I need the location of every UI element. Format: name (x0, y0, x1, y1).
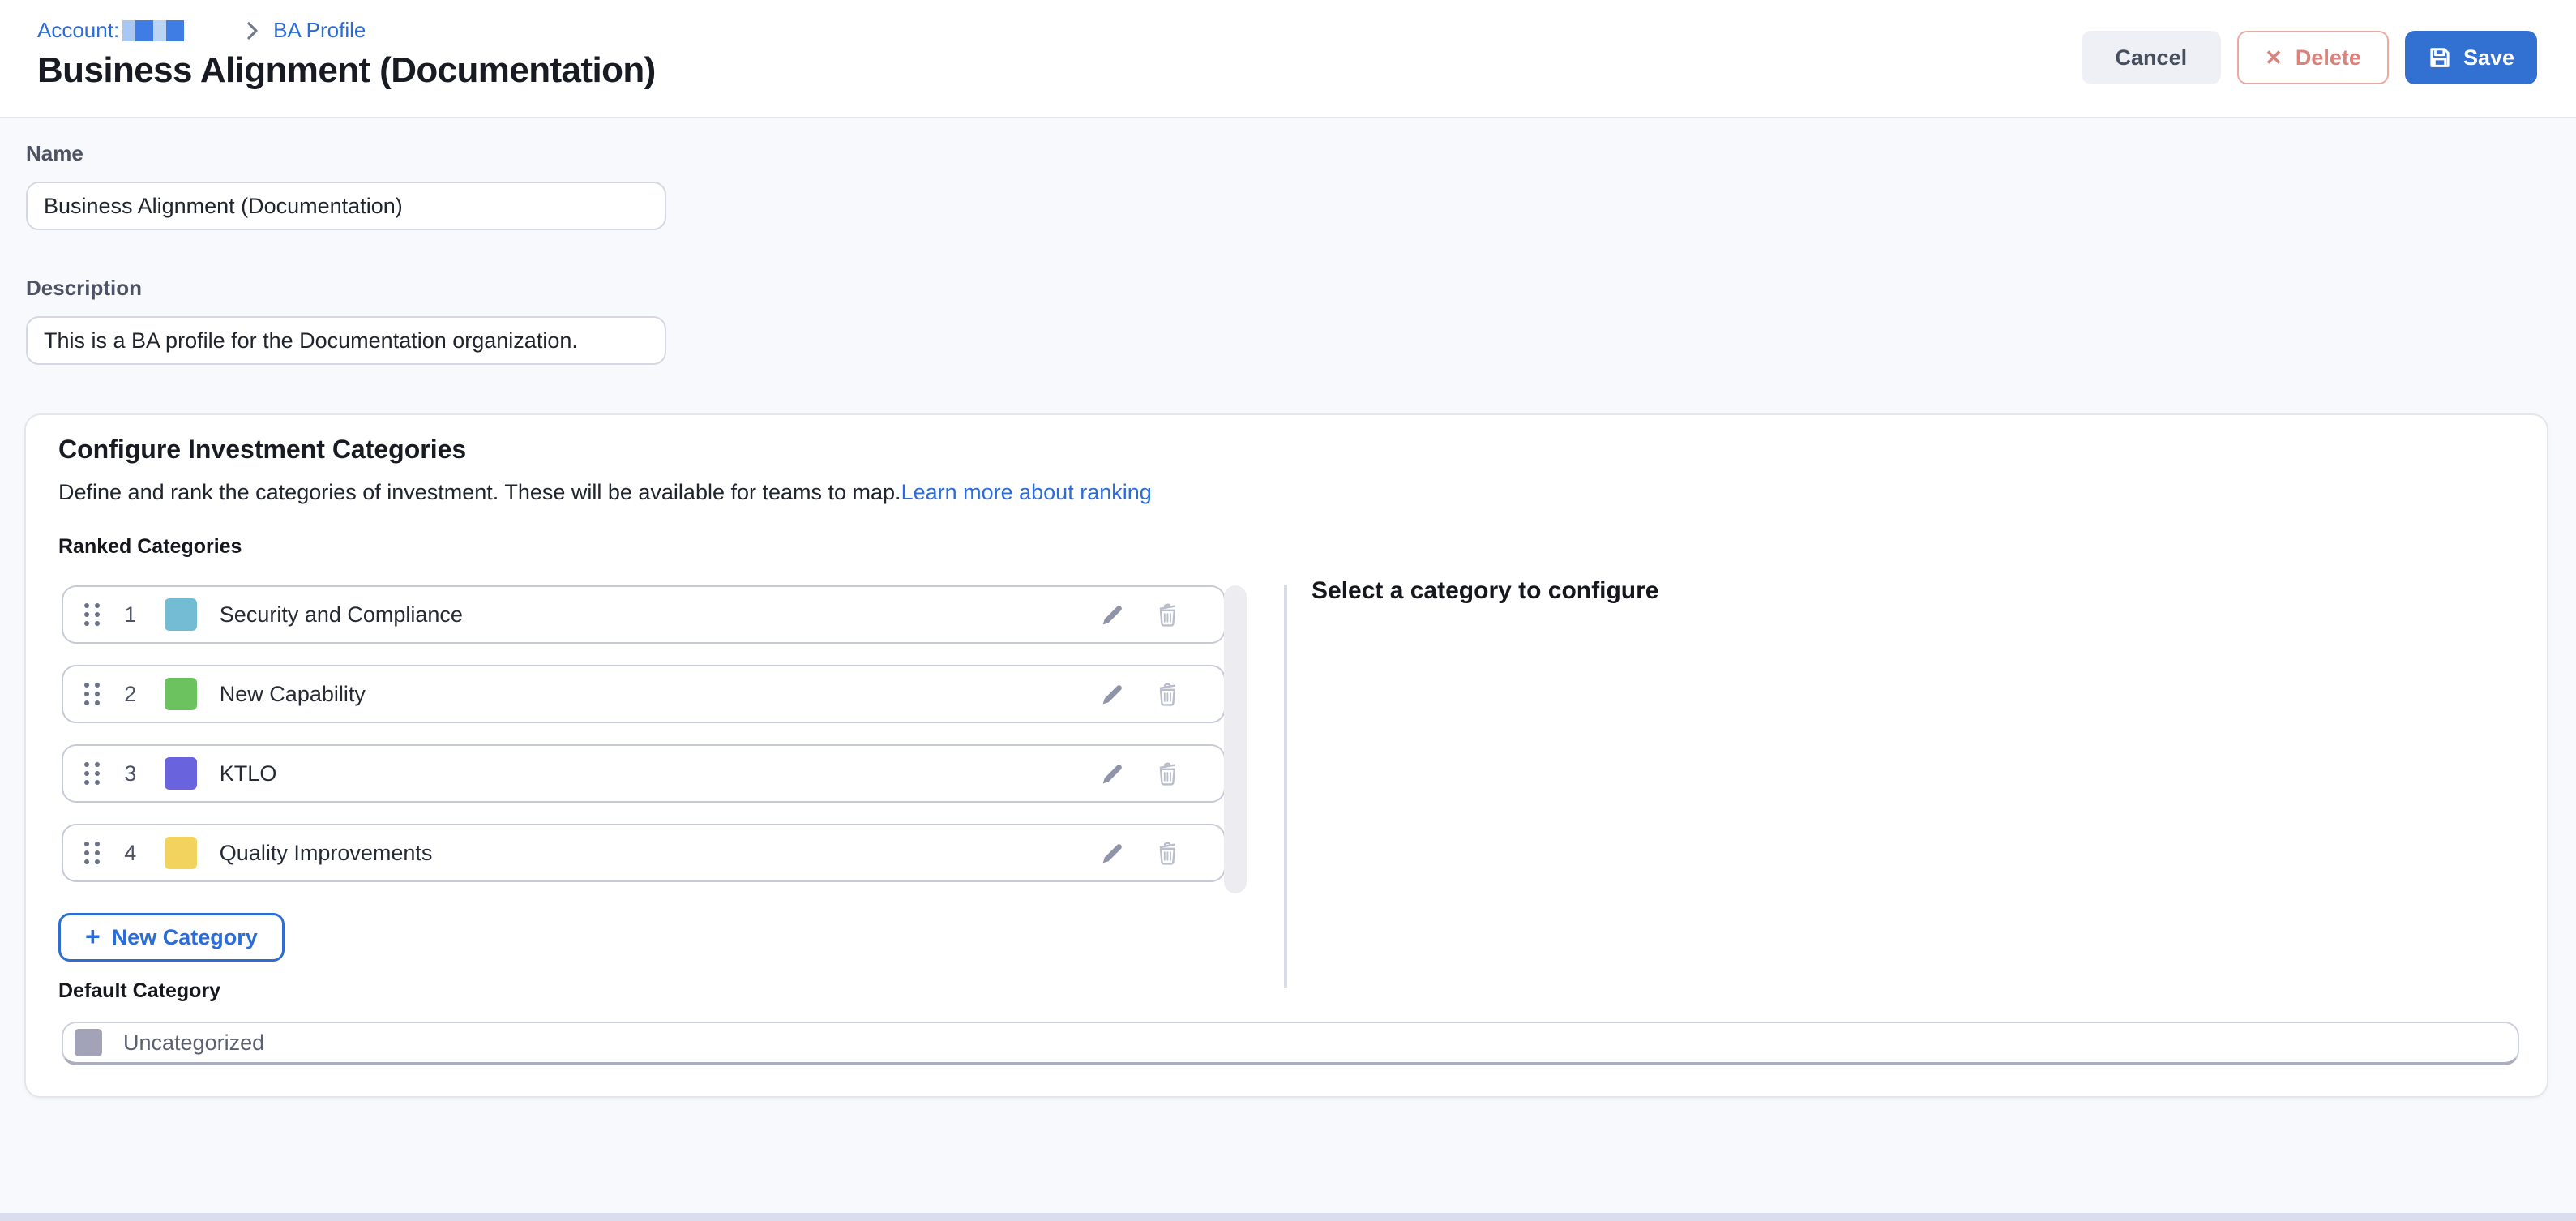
edit-category-button[interactable] (1099, 839, 1127, 867)
edit-category-button[interactable] (1099, 680, 1127, 708)
delete-button[interactable]: ✕ Delete (2237, 31, 2389, 84)
ranked-category-list: 1 Security and Compliance 2 New Capabili… (62, 585, 1226, 882)
delete-category-button[interactable] (1153, 759, 1182, 788)
description-label: Description (26, 276, 142, 301)
card-subtitle-text: Define and rank the categories of invest… (58, 480, 901, 504)
pencil-icon (1099, 760, 1127, 787)
category-name: Quality Improvements (220, 841, 433, 866)
breadcrumb: Account: BA Profile (37, 18, 366, 43)
default-category-swatch (75, 1029, 102, 1056)
category-name: New Capability (220, 682, 366, 707)
edit-category-button[interactable] (1099, 601, 1127, 628)
drag-handle-icon[interactable] (84, 683, 100, 705)
card-title: Configure Investment Categories (58, 435, 466, 465)
description-input[interactable] (26, 316, 666, 365)
trash-icon (1153, 838, 1182, 868)
category-row[interactable]: 4 Quality Improvements (62, 824, 1226, 882)
save-button[interactable]: Save (2405, 31, 2537, 84)
main-content: Name Description Configure Investment Ca… (0, 118, 2576, 1221)
delete-category-button[interactable] (1153, 600, 1182, 629)
trash-icon (1153, 600, 1182, 629)
category-color-swatch (165, 678, 197, 710)
drag-handle-icon[interactable] (84, 762, 100, 785)
drag-handle-icon[interactable] (84, 842, 100, 864)
pane-divider (1284, 585, 1287, 988)
horizontal-scrollbar-track[interactable] (0, 1213, 2576, 1221)
configure-categories-card: Configure Investment Categories Define a… (24, 413, 2548, 1098)
list-scrollbar[interactable] (1224, 585, 1247, 893)
default-category-select[interactable]: Uncategorized (62, 1022, 2519, 1065)
category-name: KTLO (220, 761, 277, 786)
trash-icon (1153, 679, 1182, 709)
category-rank: 4 (121, 841, 140, 866)
cancel-button[interactable]: Cancel (2082, 31, 2222, 84)
delete-category-button[interactable] (1153, 838, 1182, 868)
delete-category-button[interactable] (1153, 679, 1182, 709)
plus-icon: + (85, 922, 101, 952)
category-color-swatch (165, 598, 197, 631)
category-color-swatch (165, 757, 197, 790)
delete-button-label: Delete (2296, 45, 2361, 71)
card-subtitle: Define and rank the categories of invest… (58, 480, 1152, 505)
category-rank: 1 (121, 602, 140, 628)
name-input[interactable] (26, 182, 666, 230)
ranked-categories-label: Ranked Categories (58, 535, 242, 559)
category-rank: 3 (121, 761, 140, 786)
category-row[interactable]: 1 Security and Compliance (62, 585, 1226, 644)
learn-more-link[interactable]: Learn more about ranking (901, 480, 1152, 504)
chevron-right-icon (246, 21, 259, 41)
category-row[interactable]: 3 KTLO (62, 744, 1226, 803)
category-row[interactable]: 2 New Capability (62, 665, 1226, 723)
new-category-button[interactable]: + New Category (58, 913, 285, 962)
edit-category-button[interactable] (1099, 760, 1127, 787)
redacted-account-name (122, 20, 184, 41)
save-button-label: Save (2463, 45, 2514, 71)
drag-handle-icon[interactable] (84, 603, 100, 626)
category-name: Security and Compliance (220, 602, 463, 628)
pencil-icon (1099, 839, 1127, 867)
category-rank: 2 (121, 682, 140, 707)
category-color-swatch (165, 837, 197, 869)
save-floppy-icon (2428, 45, 2452, 70)
trash-icon (1153, 759, 1182, 788)
default-category-value: Uncategorized (123, 1030, 264, 1056)
page: Account: BA Profile Business Alignment (… (0, 0, 2576, 1221)
x-icon: ✕ (2265, 45, 2283, 71)
new-category-label: New Category (112, 925, 258, 950)
header-actions: Cancel ✕ Delete Save (2082, 31, 2537, 84)
empty-state-heading: Select a category to configure (1312, 577, 1658, 605)
default-category-label: Default Category (58, 979, 220, 1003)
name-label: Name (26, 141, 83, 166)
breadcrumb-ba-profile[interactable]: BA Profile (273, 18, 366, 43)
pencil-icon (1099, 680, 1127, 708)
page-title: Business Alignment (Documentation) (37, 50, 656, 91)
header: Account: BA Profile Business Alignment (… (0, 0, 2576, 118)
breadcrumb-account-link[interactable]: Account: (37, 18, 119, 43)
pencil-icon (1099, 601, 1127, 628)
